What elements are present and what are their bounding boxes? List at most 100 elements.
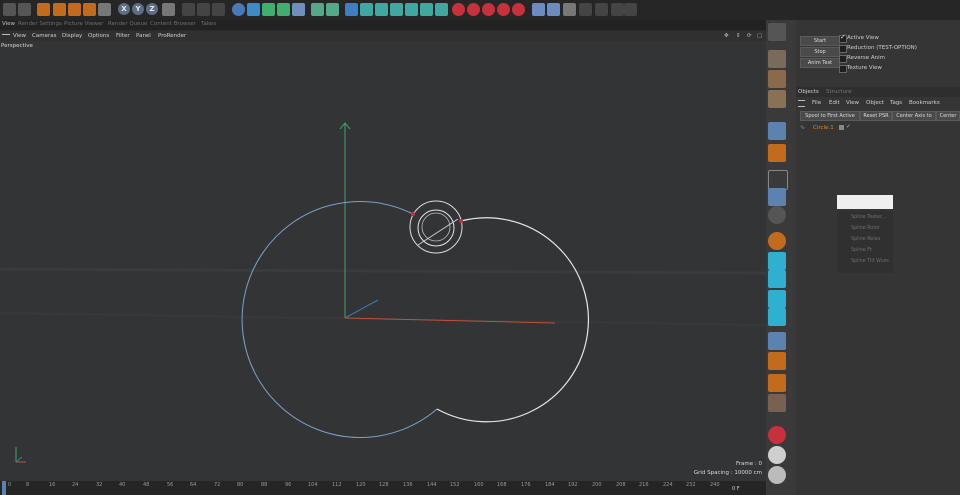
pan-view-icon[interactable]: ✥: [724, 33, 729, 39]
snap-settings-icon[interactable]: [768, 206, 786, 224]
axis-icon[interactable]: [390, 3, 403, 16]
dots-icon[interactable]: [624, 3, 637, 16]
anim-test-button[interactable]: Anim Test: [800, 58, 840, 68]
quantize-icon[interactable]: [405, 3, 418, 16]
layout-icon[interactable]: [532, 3, 545, 16]
hamburger-icon[interactable]: [798, 100, 805, 107]
undo-icon[interactable]: [3, 3, 16, 16]
workplane-mode-icon[interactable]: [768, 90, 786, 108]
tab-render-settings[interactable]: Render Settings: [18, 21, 62, 27]
menu-cameras[interactable]: Cameras: [32, 33, 56, 39]
menu-edit[interactable]: Edit: [829, 100, 840, 106]
live-selection-icon[interactable]: [37, 3, 50, 16]
z-axis-toggle[interactable]: Z: [146, 3, 158, 15]
bevel-icon[interactable]: [768, 308, 786, 326]
smooth-icon[interactable]: [768, 466, 786, 484]
reverse-anim-checkbox[interactable]: [839, 55, 847, 63]
y-axis-toggle[interactable]: Y: [132, 3, 144, 15]
object-row[interactable]: ∿ Circle.1 ✓: [796, 123, 960, 133]
points-mode-icon[interactable]: [768, 122, 786, 140]
solo-icon[interactable]: [420, 3, 433, 16]
tab-content-browser[interactable]: Content Browser: [150, 21, 196, 27]
enable-axis-icon[interactable]: [768, 188, 786, 206]
scale-icon[interactable]: [68, 3, 81, 16]
polygons-mode-icon[interactable]: [768, 170, 788, 190]
zoom-view-icon[interactable]: ⇕: [736, 33, 741, 39]
menu-tags[interactable]: Tags: [890, 100, 902, 106]
gear-icon[interactable]: [595, 3, 608, 16]
cloud-icon[interactable]: [563, 3, 576, 16]
render-settings-icon[interactable]: [212, 3, 225, 16]
subdivision-icon[interactable]: [262, 3, 275, 16]
menu-panel[interactable]: Panel: [136, 33, 151, 39]
tab-structure[interactable]: Structure: [826, 89, 852, 95]
context-menu-item[interactable]: Spline Rotor: [851, 226, 880, 231]
ornament-icon[interactable]: [579, 3, 592, 16]
center-object-button[interactable]: Center O: [936, 111, 960, 121]
playhead[interactable]: [2, 481, 6, 495]
spline-pen-icon[interactable]: [247, 3, 260, 16]
active-view-checkbox[interactable]: [839, 33, 847, 43]
scene-floor-icon[interactable]: [311, 3, 324, 16]
recent-tools-icon[interactable]: [98, 3, 111, 16]
locked-workplane-icon[interactable]: [435, 3, 448, 16]
maximize-view-icon[interactable]: ▢: [757, 33, 762, 39]
magnet-icon[interactable]: [768, 232, 786, 250]
rotate-view-icon[interactable]: ⟳: [747, 33, 752, 39]
enabled-check-icon[interactable]: ✓: [846, 123, 851, 130]
tab-view[interactable]: View: [2, 21, 15, 27]
snap-icon[interactable]: [360, 3, 373, 16]
tab-render-queue[interactable]: Render Queue: [108, 21, 147, 27]
context-menu-item[interactable]: Spline Relax: [851, 237, 880, 242]
coordinate-system-icon[interactable]: [162, 3, 175, 16]
tab-objects[interactable]: Objects: [798, 89, 819, 95]
keyframe-rotation-icon[interactable]: [497, 3, 510, 16]
record-brush-icon[interactable]: [768, 426, 786, 444]
deformer-icon[interactable]: [292, 3, 305, 16]
sphere-icon[interactable]: [768, 446, 786, 464]
keyframe-position-icon[interactable]: [482, 3, 495, 16]
menu-view[interactable]: View: [846, 100, 859, 106]
polygon-pen-icon[interactable]: [768, 270, 786, 288]
brush-icon[interactable]: [768, 252, 786, 270]
object-name[interactable]: Circle.1: [813, 125, 834, 131]
spline-point[interactable]: [411, 212, 415, 216]
array-icon[interactable]: [277, 3, 290, 16]
reduction-checkbox[interactable]: [839, 45, 847, 53]
layer-icon[interactable]: [839, 125, 844, 130]
light-icon[interactable]: [345, 3, 358, 16]
interaction-icon[interactable]: [611, 3, 624, 16]
texture-view-checkbox[interactable]: [839, 65, 847, 73]
menu-display[interactable]: Display: [62, 33, 82, 39]
timeline-ruler[interactable]: 0 8 16 24 32 40 48 56 64 72 80 88 96 104…: [0, 481, 766, 495]
render-picture-viewer-icon[interactable]: [197, 3, 210, 16]
record-icon[interactable]: [452, 3, 465, 16]
make-editable-icon[interactable]: [768, 23, 786, 41]
camera-icon[interactable]: [326, 3, 339, 16]
keyframe-scale-icon[interactable]: [512, 3, 525, 16]
context-menu-item[interactable]: Spline Ft: [851, 248, 872, 253]
x-axis-toggle[interactable]: X: [118, 3, 130, 15]
spline-point[interactable]: [459, 219, 463, 223]
model-mode-icon[interactable]: [768, 50, 786, 68]
texture-mode-icon[interactable]: [768, 70, 786, 88]
menu-object[interactable]: Object: [866, 100, 884, 106]
autokey-icon[interactable]: [467, 3, 480, 16]
sculpt-icon[interactable]: [768, 374, 786, 392]
layout-alt-icon[interactable]: [547, 3, 560, 16]
viewport-perspective[interactable]: Perspective Frame : 0 Grid Spacing : 100…: [0, 41, 766, 481]
context-menu-item[interactable]: Spline Tilt Wuss: [851, 259, 889, 264]
start-button[interactable]: Start: [800, 36, 840, 46]
menu-bookmarks[interactable]: Bookmarks: [909, 100, 940, 106]
menu-file[interactable]: File: [812, 100, 821, 106]
reset-psr-button[interactable]: Reset PSR: [860, 111, 892, 121]
hair-icon[interactable]: [768, 394, 786, 412]
center-axis-button[interactable]: Center Axis to: [892, 111, 936, 121]
move-icon[interactable]: [53, 3, 66, 16]
tab-takes[interactable]: Takes: [201, 21, 216, 27]
context-menu-item[interactable]: Spline Teeter...: [851, 215, 886, 220]
extrude-icon[interactable]: [768, 290, 786, 308]
tab-picture-viewer[interactable]: Picture Viewer: [64, 21, 103, 27]
menu-prorender[interactable]: ProRender: [158, 33, 186, 39]
edges-mode-icon[interactable]: [768, 144, 786, 162]
